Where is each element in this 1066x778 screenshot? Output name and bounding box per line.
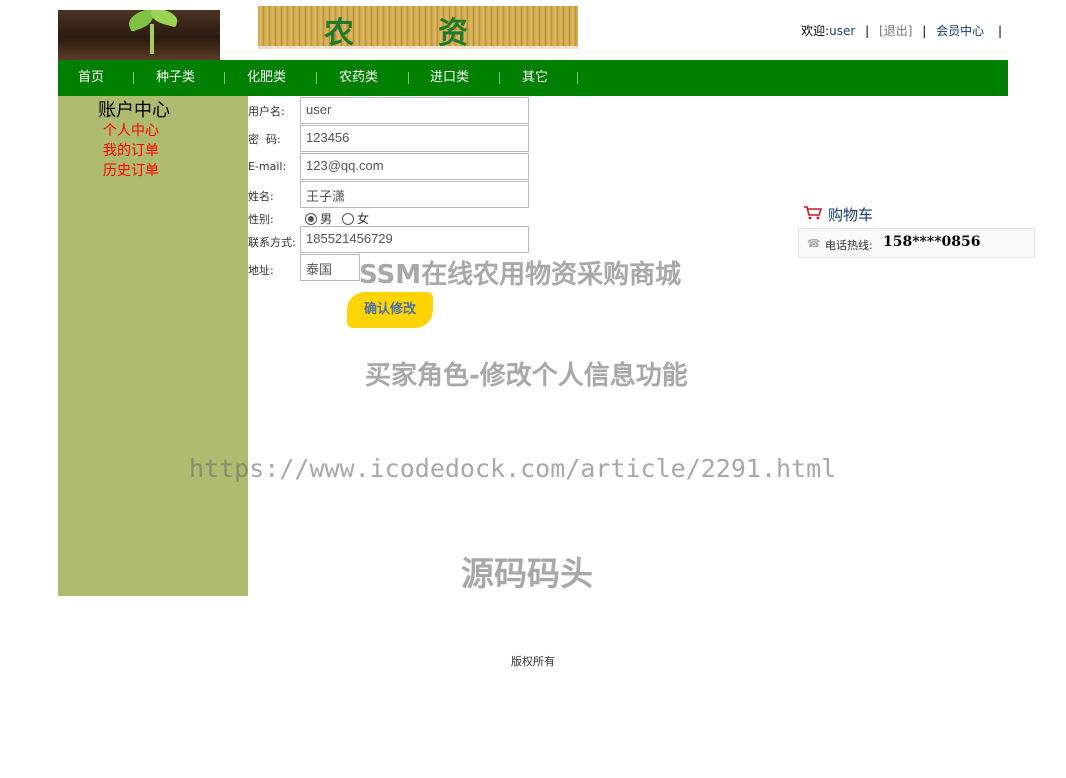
contact-label: 联系方式: bbox=[248, 236, 296, 249]
nav-item-pesticide[interactable]: 农药类 bbox=[339, 60, 378, 96]
name-label: 姓名: bbox=[248, 190, 274, 203]
address-label: 地址: bbox=[248, 264, 274, 277]
banner-text-1: 农 bbox=[324, 16, 356, 51]
member-center-link[interactable]: 会员中心 bbox=[936, 24, 984, 38]
sprout-stem bbox=[150, 24, 154, 54]
nav-divider bbox=[577, 72, 578, 84]
phone-icon: ☎ bbox=[807, 237, 821, 250]
username-label: 用户名: bbox=[248, 105, 285, 118]
welcome-prefix: 欢迎: bbox=[801, 24, 830, 38]
footer-copyright: 版权所有 bbox=[511, 655, 555, 668]
gender-female-radio[interactable] bbox=[342, 213, 354, 225]
sidebar-title: 账户中心 bbox=[98, 100, 170, 121]
hotline-label: 电话热线: bbox=[825, 239, 873, 252]
contact-field[interactable]: 185521456729 bbox=[300, 226, 529, 253]
nav-item-seeds[interactable]: 种子类 bbox=[156, 60, 195, 96]
confirm-edit-button[interactable]: 确认修改 bbox=[347, 292, 433, 328]
shopping-cart-icon bbox=[804, 206, 822, 220]
password-field[interactable]: 123456 bbox=[300, 125, 529, 152]
nav-item-imported[interactable]: 进口类 bbox=[430, 60, 469, 96]
logo-image bbox=[58, 10, 220, 60]
nav-divider bbox=[316, 72, 317, 84]
gender-male-label: 男 bbox=[320, 212, 333, 226]
nav-divider bbox=[499, 72, 500, 84]
hotline-number: 158****0856 bbox=[883, 234, 981, 250]
top-user-links: 欢迎:user | [退出] | 会员中心 | bbox=[801, 22, 1008, 39]
nav-divider bbox=[224, 72, 225, 84]
email-field[interactable]: 123@qq.com bbox=[300, 153, 529, 180]
cart-label: 购物车 bbox=[828, 206, 874, 224]
sidebar-item-my-orders[interactable]: 我的订单 bbox=[103, 140, 159, 160]
watermark-brand: 源码码头 bbox=[461, 554, 593, 593]
banner-text-2: 资 bbox=[438, 16, 470, 51]
email-label: E-mail: bbox=[248, 160, 287, 173]
name-field[interactable]: 王子潇 bbox=[300, 181, 529, 208]
sidebar-item-personal-center[interactable]: 个人中心 bbox=[103, 120, 159, 140]
nav-item-fertilizer[interactable]: 化肥类 bbox=[247, 60, 286, 96]
username-field[interactable]: user bbox=[300, 97, 529, 124]
banner-image: 农 资 bbox=[258, 6, 578, 51]
nav-item-home[interactable]: 首页 bbox=[78, 60, 104, 96]
logout-link[interactable]: [退出] bbox=[879, 24, 912, 38]
password-label: 密 码: bbox=[248, 133, 281, 146]
nav-divider bbox=[408, 72, 409, 84]
watermark-url: https://www.icodedock.com/article/2291.h… bbox=[189, 454, 837, 483]
hotline-box: ☎ 电话热线: 158****0856 bbox=[798, 228, 1035, 258]
watermark-title: SSM在线农用物资采购商城 bbox=[359, 260, 682, 290]
username-link[interactable]: user bbox=[829, 24, 855, 38]
nav-item-other[interactable]: 其它 bbox=[522, 60, 548, 96]
separator: | bbox=[865, 24, 870, 38]
gender-male-radio[interactable] bbox=[305, 213, 317, 225]
sidebar-item-order-history[interactable]: 历史订单 bbox=[103, 160, 159, 180]
watermark-subtitle: 买家角色-修改个人信息功能 bbox=[365, 361, 688, 391]
main-nav: 首页 种子类 化肥类 农药类 进口类 其它 bbox=[58, 60, 1008, 96]
nav-divider bbox=[133, 72, 134, 84]
account-sidebar: 账户中心 个人中心 我的订单 历史订单 bbox=[58, 96, 248, 596]
gender-label: 性别: bbox=[248, 213, 274, 226]
address-field[interactable]: 泰国 bbox=[300, 254, 360, 281]
gender-female-label: 女 bbox=[357, 212, 370, 226]
separator: | bbox=[997, 24, 1002, 38]
separator: | bbox=[922, 24, 927, 38]
